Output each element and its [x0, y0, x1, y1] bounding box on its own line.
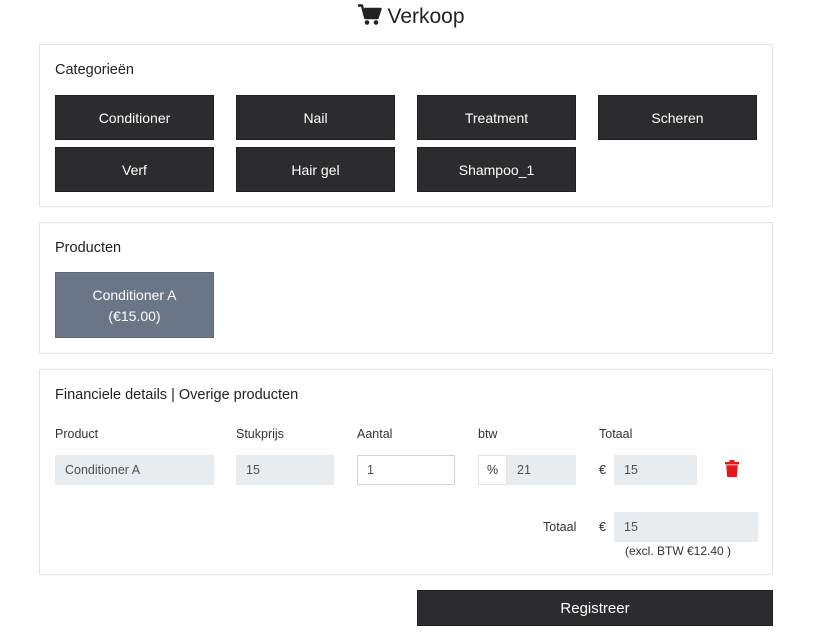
category-button-hair-gel[interactable]: Hair gel	[236, 147, 395, 192]
products-title: Producten	[55, 240, 122, 256]
categories-card: Categorieën Conditioner Nail Treatment S…	[39, 44, 773, 207]
summary-total-field: 15	[614, 512, 758, 542]
product-button-conditioner-a[interactable]: Conditioner A (€15.00)	[55, 272, 214, 338]
page-title-text: Verkoop	[387, 5, 465, 28]
category-button-shampoo-1[interactable]: Shampoo_1	[417, 147, 576, 192]
column-label-unit-price: Stukprijs	[236, 427, 284, 441]
category-button-verf[interactable]: Verf	[55, 147, 214, 192]
shopping-cart-icon	[358, 4, 383, 33]
product-price: (€15.00)	[108, 308, 161, 324]
category-button-scheren[interactable]: Scheren	[598, 95, 757, 140]
categories-title: Categorieën	[55, 62, 134, 78]
quantity-input[interactable]: 1	[357, 455, 455, 485]
column-label-product: Product	[55, 427, 99, 441]
delete-row-icon[interactable]	[725, 460, 739, 482]
category-button-treatment[interactable]: Treatment	[417, 95, 576, 140]
column-label-vat: btw	[478, 427, 498, 441]
summary-total-label: Totaal	[543, 520, 577, 534]
category-button-nail[interactable]: Nail	[236, 95, 395, 140]
excl-vat-note: (excl. BTW €12.40 )	[625, 544, 732, 558]
column-label-quantity: Aantal	[357, 427, 393, 441]
column-label-total: Totaal	[599, 427, 633, 441]
product-name: Conditioner A	[92, 287, 177, 303]
unit-price-field: 15	[236, 455, 334, 485]
summary-currency-symbol: €	[599, 520, 606, 534]
register-button[interactable]: Registreer	[417, 590, 773, 626]
row-total-field: 15	[614, 455, 697, 485]
page-title: Verkoop	[0, 4, 823, 30]
vat-percent-addon: %	[478, 455, 507, 485]
financial-details-title: Financiele details | Overige producten	[55, 387, 299, 403]
product-field: Conditioner A	[55, 455, 214, 485]
financial-details-card: Financiele details | Overige producten P…	[39, 369, 773, 575]
total-currency-symbol: €	[599, 463, 606, 477]
category-button-conditioner[interactable]: Conditioner	[55, 95, 214, 140]
products-card: Producten Conditioner A (€15.00)	[39, 222, 773, 354]
vat-field: 21	[507, 455, 576, 485]
